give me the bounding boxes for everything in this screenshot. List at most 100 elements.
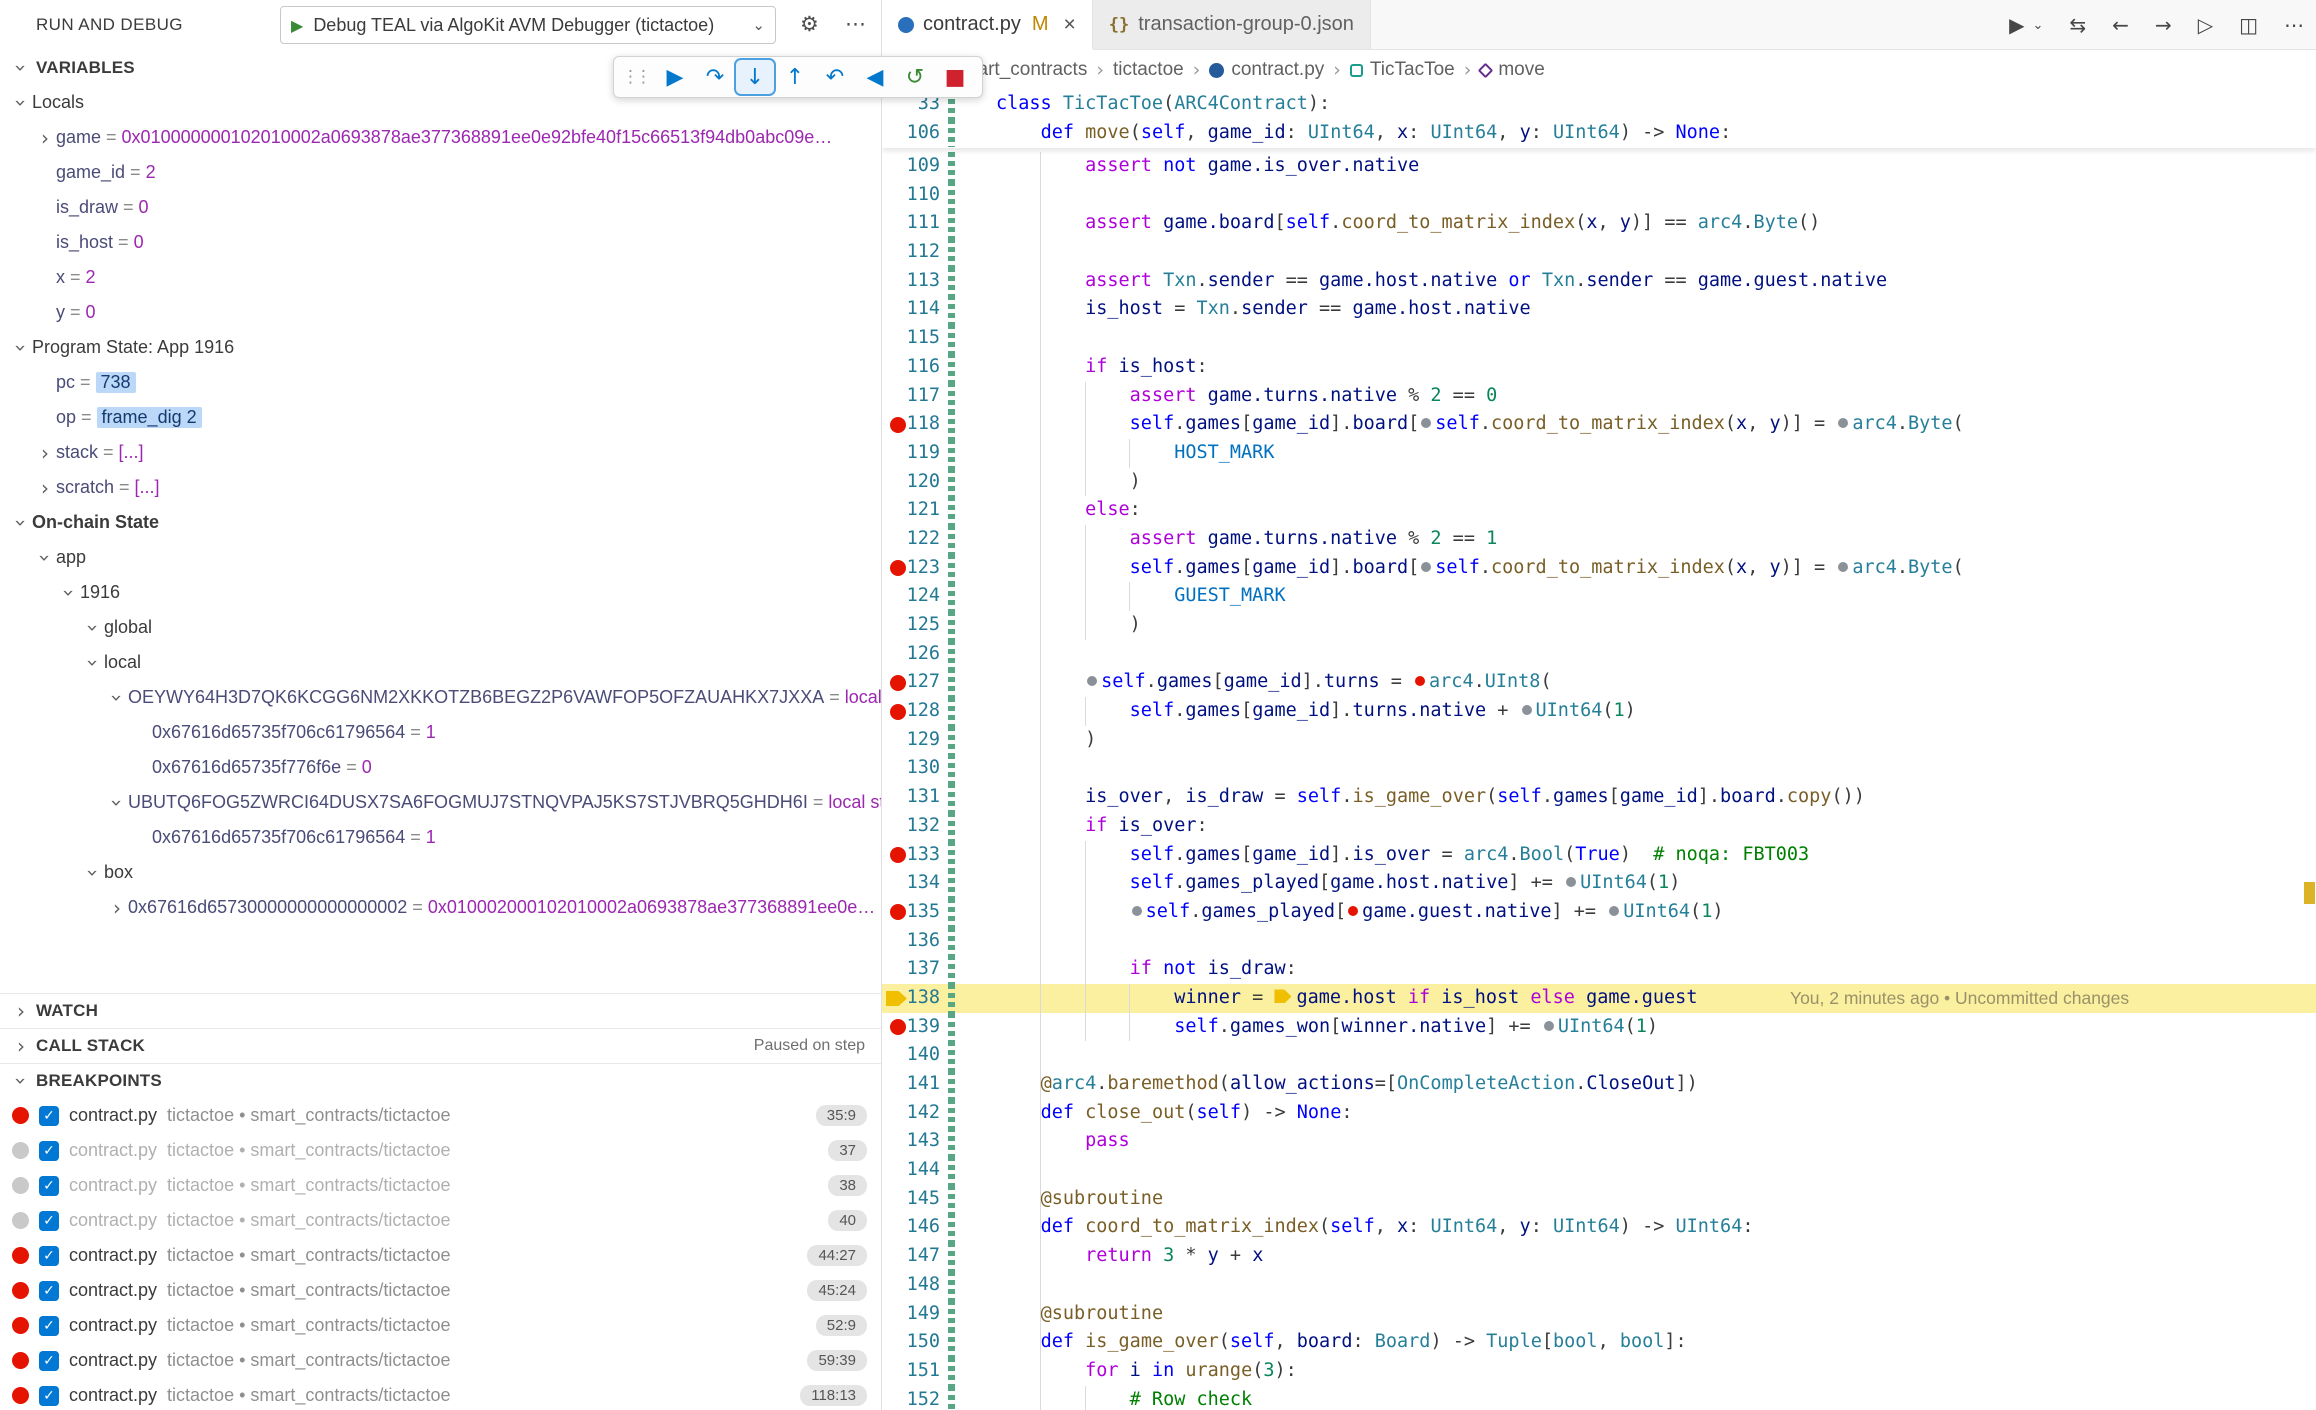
inline-breakpoint-icon[interactable] xyxy=(1544,1021,1554,1031)
line-number[interactable]: 147 xyxy=(882,1242,940,1271)
run-or-debug-button[interactable]: ▷ xyxy=(2198,13,2213,37)
gear-icon[interactable]: ⚙ xyxy=(800,12,819,36)
line-number[interactable]: 123 xyxy=(882,554,940,583)
inline-breakpoint-icon[interactable] xyxy=(1421,418,1431,428)
line-number[interactable]: 132 xyxy=(882,812,940,841)
variable-row[interactable]: ›UBUTQ6FOG5ZWRCI64DUSX7SA6FOGMUJ7STNQVPA… xyxy=(0,785,881,820)
code-line[interactable]: 147 return 3 * y + x xyxy=(882,1242,2316,1271)
inline-breakpoint-icon[interactable] xyxy=(1566,877,1576,887)
code-line[interactable]: 151 for i in urange(3): xyxy=(882,1357,2316,1386)
line-number[interactable]: 113 xyxy=(882,267,940,296)
breadcrumb-item-tictactoe[interactable]: tictactoe xyxy=(1113,59,1184,81)
code-line[interactable]: 114 is_host = Txn.sender == game.host.na… xyxy=(882,295,2316,324)
code-line[interactable]: 146 def coord_to_matrix_index(self, x: U… xyxy=(882,1213,2316,1242)
line-number[interactable]: 115 xyxy=(882,324,940,353)
inline-breakpoint-icon[interactable] xyxy=(1609,906,1619,916)
line-number[interactable]: 139 xyxy=(882,1013,940,1042)
chevron-down-icon[interactable]: › xyxy=(81,652,105,674)
code-line[interactable]: 133 self.games[game_id].is_over = arc4.B… xyxy=(882,841,2316,870)
code-line[interactable]: 138 winner = game.host if is_host else g… xyxy=(882,984,2316,1013)
code-line[interactable]: 124 GUEST_MARK xyxy=(882,582,2316,611)
line-number[interactable]: 152 xyxy=(882,1386,940,1410)
code-line[interactable]: 121 else: xyxy=(882,496,2316,525)
variable-row[interactable]: ›scratch = [...] xyxy=(0,470,881,505)
line-number[interactable]: 149 xyxy=(882,1300,940,1329)
call-stack-section-header[interactable]: › CALL STACK Paused on step xyxy=(0,1028,881,1063)
breakpoint-checkbox[interactable]: ✓ xyxy=(39,1246,59,1266)
chevron-down-icon[interactable]: › xyxy=(9,92,33,114)
line-number[interactable]: 110 xyxy=(882,181,940,210)
inline-breakpoint-icon[interactable] xyxy=(1087,676,1097,686)
variable-row[interactable]: ›game_id = 2 xyxy=(0,155,881,190)
variable-row[interactable]: ›local xyxy=(0,645,881,680)
code-line[interactable]: 141 @arc4.baremethod(allow_actions=[OnCo… xyxy=(882,1070,2316,1099)
line-number[interactable]: 143 xyxy=(882,1127,940,1156)
more-actions-button[interactable]: ⋯ xyxy=(2284,13,2304,37)
code-line[interactable]: 130 xyxy=(882,754,2316,783)
code-editor[interactable]: 33class TicTacToe(ARC4Contract):106 def … xyxy=(882,90,2316,1410)
breakpoints-section-header[interactable]: › BREAKPOINTS xyxy=(0,1063,881,1098)
start-debugging-icon[interactable]: ▶ xyxy=(291,16,303,35)
code-line[interactable]: 140 xyxy=(882,1041,2316,1070)
breakpoint-checkbox[interactable]: ✓ xyxy=(39,1106,59,1126)
tab-transaction-group-0-json[interactable]: {} transaction-group-0.json xyxy=(1093,0,1371,49)
inline-breakpoint-icon[interactable] xyxy=(1348,906,1358,916)
line-number[interactable]: 112 xyxy=(882,238,940,267)
continue-button[interactable]: ▶ xyxy=(656,60,694,94)
code-line[interactable]: 149 @subroutine xyxy=(882,1300,2316,1329)
chevron-down-icon[interactable]: › xyxy=(105,792,129,814)
code-line[interactable]: 118 self.games[game_id].board[self.coord… xyxy=(882,410,2316,439)
code-line[interactable]: 131 is_over, is_draw = self.is_game_over… xyxy=(882,783,2316,812)
breakpoint-checkbox[interactable]: ✓ xyxy=(39,1141,59,1161)
step-into-button[interactable]: ↓ xyxy=(736,60,774,94)
code-line[interactable]: 127 self.games[game_id].turns = arc4.UIn… xyxy=(882,668,2316,697)
inline-breakpoint-icon[interactable] xyxy=(1421,562,1431,572)
chevron-down-icon[interactable]: › xyxy=(9,512,33,534)
code-line[interactable]: 143 pass xyxy=(882,1127,2316,1156)
code-line[interactable]: 148 xyxy=(882,1271,2316,1300)
code-line[interactable]: 115 xyxy=(882,324,2316,353)
breakpoint-item[interactable]: ✓contract.pytictactoe • smart_contracts/… xyxy=(0,1098,881,1133)
breakpoint-checkbox[interactable]: ✓ xyxy=(39,1211,59,1231)
line-number[interactable]: 128 xyxy=(882,697,940,726)
variable-row[interactable]: ›y = 0 xyxy=(0,295,881,330)
code-line[interactable]: 110 xyxy=(882,181,2316,210)
line-number[interactable]: 150 xyxy=(882,1328,940,1357)
step-back-button[interactable]: ↶ xyxy=(816,60,854,94)
line-number[interactable]: 114 xyxy=(882,295,940,324)
code-line[interactable]: 119 HOST_MARK xyxy=(882,439,2316,468)
variable-row[interactable]: ›global xyxy=(0,610,881,645)
line-number[interactable]: 137 xyxy=(882,955,940,984)
line-number[interactable]: 111 xyxy=(882,209,940,238)
code-line[interactable]: 120 ) xyxy=(882,468,2316,497)
line-number[interactable]: 145 xyxy=(882,1185,940,1214)
line-number[interactable]: 133 xyxy=(882,841,940,870)
tab-contract-py[interactable]: contract.py M × xyxy=(882,0,1093,49)
code-line[interactable]: 137 if not is_draw: xyxy=(882,955,2316,984)
debug-config-dropdown[interactable]: ▶ Debug TEAL via AlgoKit AVM Debugger (t… xyxy=(280,6,776,44)
line-number[interactable]: 109 xyxy=(882,152,940,181)
chevron-down-icon[interactable]: › xyxy=(33,547,57,569)
code-line[interactable]: 122 assert game.turns.native % 2 == 1 xyxy=(882,525,2316,554)
close-icon[interactable]: × xyxy=(1064,13,1076,37)
drag-handle-icon[interactable]: ⋮⋮ xyxy=(622,67,648,87)
chevron-down-icon[interactable]: › xyxy=(105,687,129,709)
breakpoint-item[interactable]: ✓contract.pytictactoe • smart_contracts/… xyxy=(0,1168,881,1203)
code-line[interactable]: 128 self.games[game_id].turns.native + U… xyxy=(882,697,2316,726)
code-line[interactable]: 106 def move(self, game_id: UInt64, x: U… xyxy=(882,119,2316,148)
code-line[interactable]: 129 ) xyxy=(882,726,2316,755)
step-over-button[interactable]: ↷ xyxy=(696,60,734,94)
line-number[interactable]: 141 xyxy=(882,1070,940,1099)
line-number[interactable]: 138 xyxy=(882,984,940,1013)
code-line[interactable]: 126 xyxy=(882,640,2316,669)
variable-row[interactable]: ›is_host = 0 xyxy=(0,225,881,260)
code-line[interactable]: 123 self.games[game_id].board[self.coord… xyxy=(882,554,2316,583)
inline-breakpoint-icon[interactable] xyxy=(1838,562,1848,572)
code-line[interactable]: 135 self.games_played[game.guest.native]… xyxy=(882,898,2316,927)
line-number[interactable]: 120 xyxy=(882,468,940,497)
breakpoint-checkbox[interactable]: ✓ xyxy=(39,1316,59,1336)
code-line[interactable]: 33class TicTacToe(ARC4Contract): xyxy=(882,90,2316,119)
watch-section-header[interactable]: › WATCH xyxy=(0,993,881,1028)
code-line[interactable]: 125 ) xyxy=(882,611,2316,640)
line-number[interactable]: 136 xyxy=(882,927,940,956)
